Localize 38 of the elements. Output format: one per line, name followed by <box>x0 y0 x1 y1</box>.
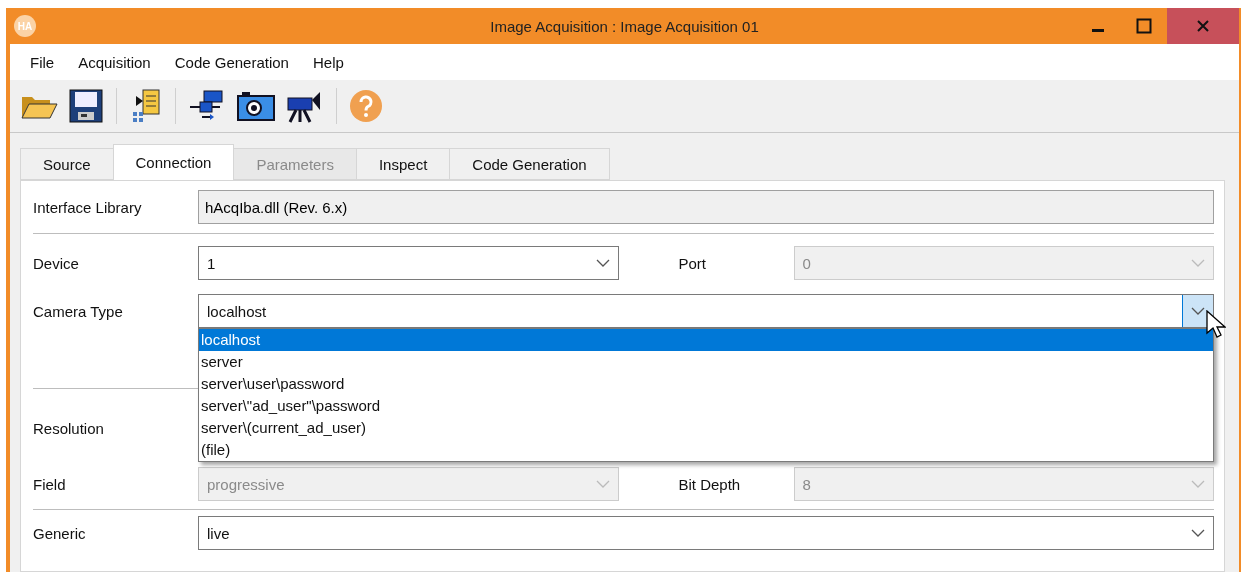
menu-item[interactable]: Help <box>300 53 356 71</box>
dropdown-option[interactable]: server <box>199 351 1213 373</box>
field-label: Field <box>33 475 67 493</box>
close-icon <box>1196 19 1210 33</box>
chevron-icon <box>1191 480 1205 488</box>
chevron-icon <box>1191 529 1205 537</box>
dropdown-option[interactable]: (file) <box>199 439 1213 461</box>
app-logo: HA <box>14 15 36 37</box>
dropdown-option[interactable]: server\user\password <box>199 373 1213 395</box>
window-title: Image Acquisition : Image Acquisition 01 <box>490 17 759 35</box>
maximize-icon <box>1136 18 1152 34</box>
field-label: Camera Type <box>33 302 124 320</box>
menu-item[interactable]: File <box>18 53 67 71</box>
tab[interactable]: Connection <box>112 144 235 180</box>
dropdown-option[interactable]: server\(current_ad_user) <box>199 417 1213 439</box>
dropdown-option[interactable]: localhost <box>199 329 1213 351</box>
field-label: Device <box>33 254 80 272</box>
chevron-icon <box>1191 307 1205 315</box>
camera-type-dropdown[interactable]: localhost <box>198 294 1214 328</box>
field-label: Bit Depth <box>678 475 742 493</box>
tab[interactable]: Source <box>20 148 114 180</box>
tab[interactable]: Inspect <box>355 148 451 180</box>
chevron-icon <box>595 259 610 267</box>
minimize-icon <box>1092 28 1104 32</box>
chevron-icon <box>1191 259 1205 267</box>
field-label: Port <box>678 254 707 272</box>
menu-item[interactable]: Acquisition <box>66 53 163 71</box>
chevron-icon <box>595 480 610 488</box>
save-icon[interactable] <box>66 86 106 126</box>
interface-library-field: hAcqIba.dll (Rev. 6.x) <box>198 190 1214 224</box>
field-label: Interface Library <box>33 198 143 216</box>
dropdown-option[interactable]: server\"ad_user"\password <box>199 395 1213 417</box>
field-label: Resolution <box>33 419 105 437</box>
generic-dropdown[interactable]: live <box>198 516 1214 550</box>
device-dropdown[interactable]: 1 <box>198 246 619 280</box>
field-label: Generic <box>33 524 87 542</box>
menu-item[interactable]: Code Generation <box>162 53 301 71</box>
tab[interactable]: Code Generation <box>449 148 610 180</box>
